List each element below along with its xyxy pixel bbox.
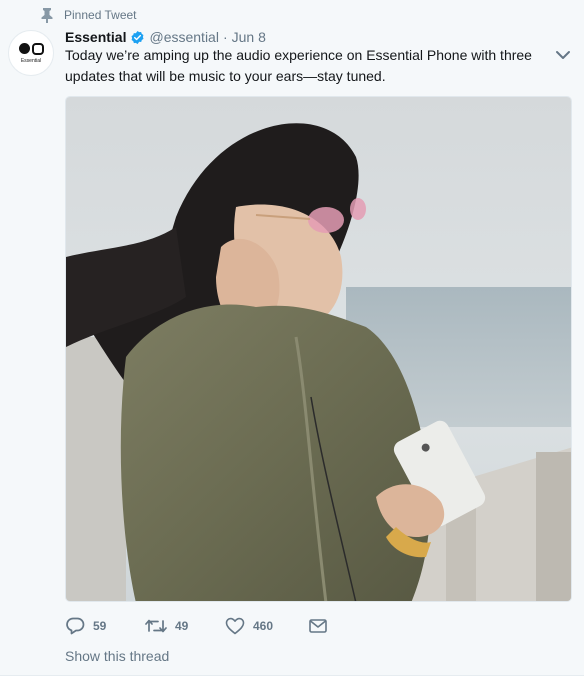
reply-icon — [66, 617, 85, 635]
verified-badge-icon — [131, 30, 144, 44]
pin-icon — [41, 8, 53, 23]
tweet-photo[interactable] — [65, 96, 572, 602]
tweet-header: Essential @essential · Jun 8 — [65, 28, 266, 46]
reply-button[interactable]: 59 — [65, 617, 145, 635]
essential-logo-icon — [18, 42, 44, 55]
avatar[interactable]: Essential — [8, 30, 54, 76]
like-count: 460 — [253, 619, 274, 633]
tweet[interactable]: Pinned Tweet Essential Essential @essent… — [0, 0, 584, 676]
tweet-timestamp[interactable]: Jun 8 — [232, 29, 266, 45]
header-separator: · — [222, 29, 228, 45]
envelope-icon — [309, 619, 327, 633]
author-handle[interactable]: @essential — [149, 29, 218, 45]
like-button[interactable]: 460 — [225, 617, 309, 635]
pinned-indicator: Pinned Tweet — [40, 7, 137, 23]
pinned-label: Pinned Tweet — [64, 8, 137, 22]
retweet-button[interactable]: 49 — [145, 618, 225, 634]
heart-icon — [225, 617, 245, 635]
retweet-icon — [145, 619, 167, 633]
show-thread-link[interactable]: Show this thread — [65, 648, 169, 664]
tweet-actions: 59 49 460 — [65, 615, 339, 637]
tweet-text: Today we’re amping up the audio experien… — [65, 47, 532, 84]
author-name[interactable]: Essential — [65, 29, 126, 45]
avatar-logo-text: Essential — [20, 57, 42, 64]
reply-count: 59 — [93, 619, 107, 633]
photo-illustration — [66, 97, 571, 601]
retweet-count: 49 — [175, 619, 189, 633]
direct-message-button[interactable] — [309, 619, 339, 633]
